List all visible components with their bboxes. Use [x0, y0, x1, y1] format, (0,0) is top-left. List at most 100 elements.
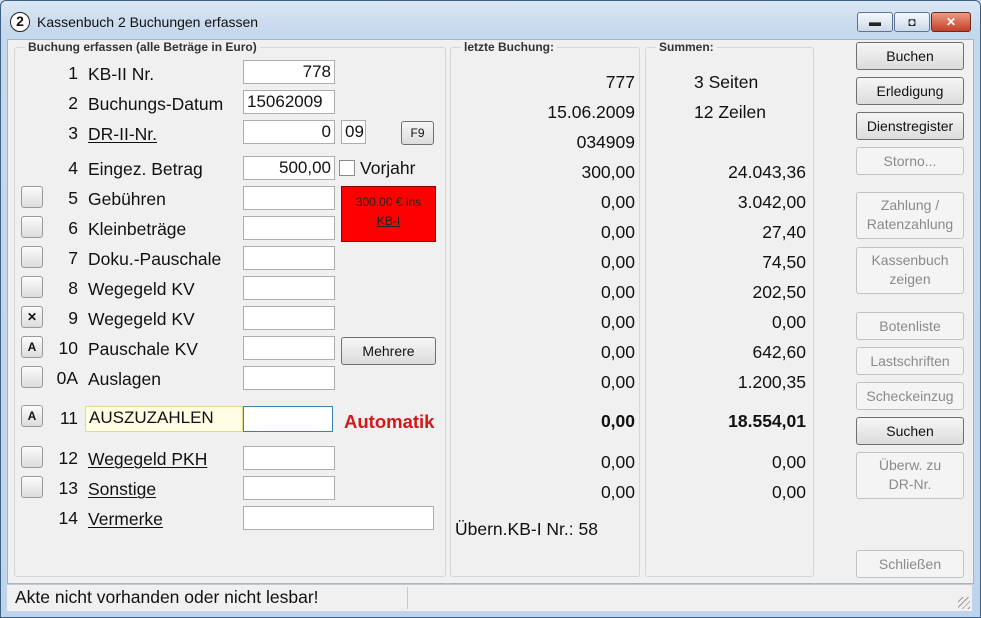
vermerke-input[interactable] [243, 506, 434, 530]
zahlung-line2: Ratenzahlung [866, 216, 954, 232]
kb-ii-nr-input[interactable]: 778 [243, 60, 335, 84]
sum-auszuzahlen: 18.554,01 [728, 411, 806, 431]
automatik-label: Automatik [344, 411, 435, 432]
row-number: 10 [58, 338, 78, 358]
window-title: Kassenbuch 2 Buchungen erfassen [37, 14, 259, 30]
sonstige-input[interactable] [243, 476, 335, 500]
row-number: 12 [58, 448, 78, 468]
row-number: 7 [68, 248, 78, 268]
last-dr-nr: 034909 [576, 132, 635, 152]
close-button[interactable]: ✕ [931, 12, 971, 32]
storno-button[interactable]: Storno... [856, 147, 964, 175]
row-5-toggle[interactable] [21, 186, 43, 208]
row-9-toggle[interactable]: ✕ [21, 306, 43, 328]
label-auslagen: Auslagen [88, 369, 161, 389]
kleinbetraege-input[interactable] [243, 216, 335, 240]
erledigung-button[interactable]: Erledigung [856, 77, 964, 105]
sum-wegegeld-pkh: 0,00 [771, 452, 806, 472]
row-0a-toggle[interactable] [21, 366, 43, 388]
vorjahr-checkbox[interactable] [339, 160, 355, 176]
last-auslagen: 0,00 [600, 372, 635, 392]
wegegeld-pkh-input[interactable] [243, 446, 335, 470]
buchen-button[interactable]: Buchen [856, 42, 964, 70]
booking-group-title: Buchung erfassen (alle Beträge in Euro) [25, 40, 260, 54]
dienstregister-button[interactable]: Dienstregister [856, 112, 964, 140]
app-icon: 2 [10, 12, 30, 32]
dr-ii-year-input[interactable]: 09 [341, 120, 366, 144]
resize-grip-icon[interactable] [958, 597, 970, 609]
row-number: 8 [68, 278, 78, 298]
auslagen-input[interactable] [243, 366, 335, 390]
sum-wegegeld-2: 0,00 [771, 312, 806, 332]
last-doku: 0,00 [600, 252, 635, 272]
row-number: 4 [68, 158, 78, 178]
last-sonstige: 0,00 [600, 482, 635, 502]
last-auszuzahlen: 0,00 [600, 411, 635, 431]
row-8-toggle[interactable] [21, 276, 43, 298]
wegegeld-kv-2-input[interactable] [243, 306, 335, 330]
vorjahr-label: Vorjahr [360, 158, 416, 178]
auszuzahlen-label-field: AUSZUZAHLEN [85, 406, 243, 432]
row-7-toggle[interactable] [21, 246, 43, 268]
label-dr-ii-nr: DR-II-Nr. [88, 124, 158, 144]
label-eingez-betrag: Eingez. Betrag [88, 159, 203, 179]
label-vermerke: Vermerke [88, 509, 163, 529]
last-wegegeld: 0,00 [600, 282, 635, 302]
label-wegegeld-pkh: Wegegeld PKH [88, 449, 208, 469]
last-booking-title: letzte Buchung: [461, 40, 557, 54]
row-number: 13 [58, 478, 78, 498]
scheckeinzug-button[interactable]: Scheckeinzug [856, 382, 964, 410]
dr-ii-nr-input[interactable]: 0 [243, 120, 335, 144]
row-number: 2 [68, 93, 78, 113]
pauschale-kv-input[interactable] [243, 336, 335, 360]
label-doku-pauschale: Doku.-Pauschale [88, 249, 222, 269]
sum-sonstige: 0,00 [771, 482, 806, 502]
ueberweisung-dr-button[interactable]: Überw. zu DR-Nr. [856, 452, 964, 499]
lastschriften-button[interactable]: Lastschriften [856, 347, 964, 375]
kassenbuch-zeigen-button[interactable]: Kassenbuch zeigen [856, 247, 964, 294]
sum-pages: 3 Seiten [694, 72, 759, 92]
buchungs-datum-input[interactable]: 15062009 [243, 90, 335, 114]
eingez-betrag-input[interactable]: 500,00 [243, 156, 335, 180]
label-gebuehren: Gebühren [88, 189, 166, 209]
last-wegegeld-2: 0,00 [600, 312, 635, 332]
zahlung-button[interactable]: Zahlung / Ratenzahlung [856, 192, 964, 239]
maximize-button[interactable]: ◘ [894, 12, 930, 32]
row-6-toggle[interactable] [21, 216, 43, 238]
row-12-toggle[interactable] [21, 446, 43, 468]
booking-group: Buchung erfassen (alle Beträge in Euro) [14, 40, 446, 577]
sum-gebuehren: 3.042,00 [737, 192, 806, 212]
suchen-button[interactable]: Suchen [856, 417, 964, 445]
row-number: 0A [56, 368, 78, 388]
f9-button[interactable]: F9 [401, 121, 434, 145]
wegegeld-kv-input[interactable] [243, 276, 335, 300]
minimize-button[interactable]: ▬ [857, 12, 893, 32]
row-number: 1 [68, 63, 78, 83]
botenliste-button[interactable]: Botenliste [856, 312, 964, 340]
sum-betrag: 24.043,36 [728, 162, 806, 182]
zahlung-line1: Zahlung / [880, 197, 940, 213]
status-separator [407, 587, 408, 609]
sums-title: Summen: [656, 40, 717, 54]
mehrere-button[interactable]: Mehrere [341, 337, 436, 365]
row-number: 6 [68, 218, 78, 238]
label-buchungs-datum: Buchungs-Datum [88, 94, 224, 114]
sum-pauschale: 642,60 [752, 342, 806, 362]
doku-pauschale-input[interactable] [243, 246, 335, 270]
kb-i-transfer-box[interactable]: 300,00 € ins KB-I [341, 186, 436, 242]
row-11-toggle[interactable]: A [21, 405, 43, 427]
row-number: 9 [68, 308, 78, 328]
sum-auslagen: 1.200,35 [737, 372, 806, 392]
uberw-line1: Überw. zu [878, 457, 942, 473]
row-13-toggle[interactable] [21, 476, 43, 498]
row-10-toggle[interactable]: A [21, 336, 43, 358]
label-kb-ii-nr: KB-II Nr. [88, 64, 155, 84]
status-bar: Akte nicht vorhanden oder nicht lesbar! [7, 584, 972, 611]
title-bar[interactable]: 2 Kassenbuch 2 Buchungen erfassen ▬ ◘ ✕ [1, 1, 980, 43]
row-number: 5 [68, 188, 78, 208]
last-betrag: 300,00 [581, 162, 635, 182]
auszuzahlen-input[interactable] [243, 406, 333, 432]
kb-i-transfer-line1: 300,00 € ins [355, 195, 422, 209]
gebuehren-input[interactable] [243, 186, 335, 210]
schliessen-button[interactable]: Schließen [856, 550, 964, 578]
